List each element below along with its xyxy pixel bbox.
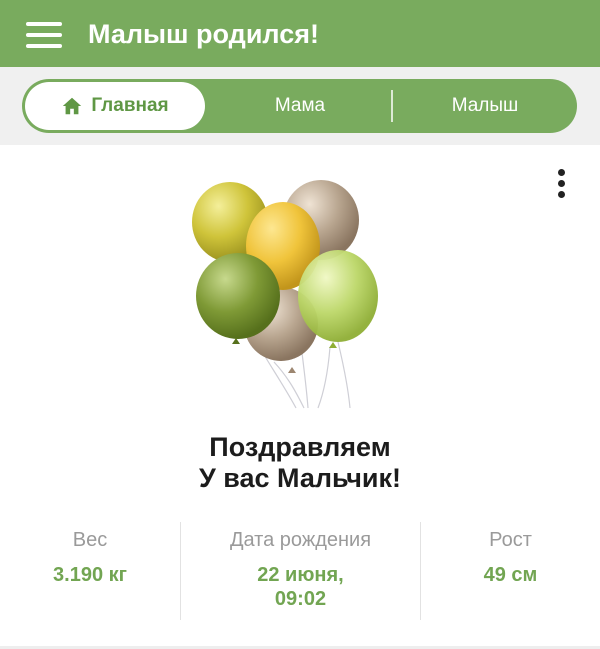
tab-bar: Главная Мама Малыш <box>22 79 577 133</box>
height-label: Рост <box>489 529 532 551</box>
tab-home[interactable]: Главная <box>25 82 205 130</box>
more-vertical-icon[interactable] <box>550 166 574 202</box>
birth-date-time: 09:02 <box>274 588 327 610</box>
tab-mama[interactable]: Мама <box>208 79 392 133</box>
hamburger-menu-icon[interactable] <box>26 22 62 48</box>
birth-date-stat: Дата рождения 22 июня, 09:02 <box>181 520 420 620</box>
congratulation-headline: Поздравляем У вас Мальчик! <box>0 432 600 494</box>
home-icon <box>63 97 82 115</box>
height-value: 49 см <box>483 564 538 586</box>
headline-line-1: Поздравляем <box>209 432 391 462</box>
tab-home-label: Главная <box>91 95 169 116</box>
birth-date-label: Дата рождения <box>229 529 372 551</box>
stats-divider <box>180 522 181 620</box>
baby-stats: Вес 3.190 кг Дата рождения 22 июня, 09:0… <box>0 520 600 620</box>
height-stat: Рост 49 см <box>421 520 600 620</box>
balloons-illustration <box>192 180 378 409</box>
weight-value: 3.190 кг <box>53 564 127 586</box>
stats-divider <box>420 522 421 620</box>
birth-date-day: 22 июня, <box>257 564 344 586</box>
tab-baby[interactable]: Малыш <box>393 79 577 133</box>
app-bar: Малыш родился! <box>0 0 600 67</box>
app-title: Малыш родился! <box>88 19 319 49</box>
weight-stat: Вес 3.190 кг <box>0 520 180 620</box>
headline-line-2: У вас Мальчик! <box>198 463 402 493</box>
tabs-container: Главная Мама Малыш <box>0 67 600 145</box>
weight-label: Вес <box>72 529 108 551</box>
birth-date-value: 22 июня, 09:02 <box>181 563 420 611</box>
